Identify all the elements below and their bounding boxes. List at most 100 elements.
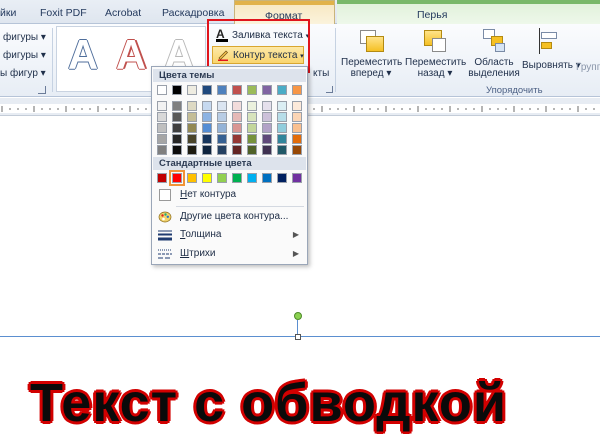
theme-color-swatch[interactable] xyxy=(262,85,272,95)
standard-color-swatch[interactable] xyxy=(187,173,197,183)
resize-handle-top[interactable] xyxy=(295,334,301,340)
theme-shade-swatch[interactable] xyxy=(157,134,167,144)
wordart-style-red-outline[interactable]: A xyxy=(108,30,154,80)
tab-pens[interactable]: Перья xyxy=(417,7,447,23)
theme-shade-swatch[interactable] xyxy=(172,112,182,122)
theme-color-swatch[interactable] xyxy=(172,85,182,95)
theme-shade-swatch[interactable] xyxy=(232,134,242,144)
theme-shade-swatch[interactable] xyxy=(187,101,197,111)
theme-shade-swatch[interactable] xyxy=(172,145,182,155)
more-colors-label: ругие цвета контура... xyxy=(186,211,289,222)
theme-color-swatch[interactable] xyxy=(157,85,167,95)
more-outline-colors-item[interactable]: Другие цвета контура... xyxy=(154,208,305,226)
theme-shade-swatch[interactable] xyxy=(217,134,227,144)
theme-color-swatch[interactable] xyxy=(217,85,227,95)
text-effects-button-tail[interactable]: кты xyxy=(313,68,329,79)
theme-shade-swatch[interactable] xyxy=(292,145,302,155)
theme-color-swatch[interactable] xyxy=(202,85,212,95)
theme-shade-swatch[interactable] xyxy=(202,101,212,111)
theme-shade-swatch[interactable] xyxy=(217,145,227,155)
group-button-cut[interactable]: Групп xyxy=(576,62,600,73)
theme-shade-swatch[interactable] xyxy=(262,101,272,111)
theme-shade-swatch[interactable] xyxy=(232,101,242,111)
standard-color-swatch[interactable] xyxy=(217,173,227,183)
theme-shade-swatch[interactable] xyxy=(262,112,272,122)
standard-color-swatch[interactable] xyxy=(247,173,257,183)
align-button[interactable]: Выровнять ▾ xyxy=(522,28,581,71)
theme-shade-swatch[interactable] xyxy=(172,134,182,144)
standard-color-swatch[interactable] xyxy=(277,173,287,183)
bring-forward-button[interactable]: Переместить вперед ▾ xyxy=(341,28,402,79)
rotation-handle[interactable] xyxy=(294,312,302,320)
align-icon xyxy=(535,28,561,54)
theme-shade-swatch[interactable] xyxy=(277,145,287,155)
group-launcher-icon[interactable] xyxy=(326,86,333,93)
tab-cut-left[interactable]: йки xyxy=(0,3,16,24)
standard-color-swatch[interactable] xyxy=(202,173,212,183)
standard-color-swatch[interactable] xyxy=(232,173,242,183)
theme-shade-swatch[interactable] xyxy=(202,145,212,155)
theme-shade-swatch[interactable] xyxy=(187,145,197,155)
theme-shade-swatch[interactable] xyxy=(232,123,242,133)
theme-shade-swatch[interactable] xyxy=(217,112,227,122)
tab-pens-context[interactable]: Перья xyxy=(337,0,600,24)
theme-shade-swatch[interactable] xyxy=(277,112,287,122)
theme-shade-swatch[interactable] xyxy=(202,123,212,133)
theme-color-swatch[interactable] xyxy=(277,85,287,95)
theme-shade-swatch[interactable] xyxy=(262,134,272,144)
selection-pane-button[interactable]: Область выделения xyxy=(468,28,520,79)
standard-color-swatch[interactable] xyxy=(262,173,272,183)
theme-shade-swatch[interactable] xyxy=(157,112,167,122)
theme-shade-swatch[interactable] xyxy=(202,134,212,144)
send-backward-icon xyxy=(422,28,448,54)
shape-fill-button[interactable]: фигуры ▾ xyxy=(3,32,46,43)
theme-shade-swatch[interactable] xyxy=(292,101,302,111)
theme-shade-swatch[interactable] xyxy=(247,145,257,155)
theme-color-swatch[interactable] xyxy=(292,85,302,95)
theme-shade-swatch[interactable] xyxy=(217,123,227,133)
theme-shade-swatch[interactable] xyxy=(277,101,287,111)
theme-shade-swatch[interactable] xyxy=(247,112,257,122)
theme-shade-swatch[interactable] xyxy=(262,145,272,155)
standard-color-swatch[interactable] xyxy=(292,173,302,183)
theme-shade-swatch[interactable] xyxy=(157,101,167,111)
theme-shade-swatch[interactable] xyxy=(232,112,242,122)
theme-shade-swatch[interactable] xyxy=(157,145,167,155)
no-outline-icon xyxy=(159,189,171,201)
separator xyxy=(335,28,336,92)
theme-shade-swatch[interactable] xyxy=(292,123,302,133)
theme-shade-swatch[interactable] xyxy=(172,123,182,133)
theme-color-swatch[interactable] xyxy=(247,85,257,95)
send-backward-button[interactable]: Переместить назад ▾ xyxy=(405,28,466,79)
no-outline-item[interactable]: Нет контура xyxy=(154,186,305,204)
shape-outline-button[interactable]: фигуры ▾ xyxy=(3,50,46,61)
theme-shade-swatch[interactable] xyxy=(247,134,257,144)
theme-color-swatch[interactable] xyxy=(187,85,197,95)
theme-color-swatch[interactable] xyxy=(232,85,242,95)
theme-shade-swatch[interactable] xyxy=(217,101,227,111)
theme-shade-swatch[interactable] xyxy=(187,112,197,122)
theme-shade-swatch[interactable] xyxy=(232,145,242,155)
tab-acrobat[interactable]: Acrobat xyxy=(105,3,141,24)
theme-shade-swatch[interactable] xyxy=(247,101,257,111)
group-launcher-icon[interactable] xyxy=(38,86,46,94)
theme-shade-swatch[interactable] xyxy=(187,123,197,133)
theme-shade-swatch[interactable] xyxy=(187,134,197,144)
wordart-text[interactable]: Текст с обводкой xyxy=(30,372,600,434)
dashes-item[interactable]: Штрихи ▶ xyxy=(154,245,305,263)
wordart-style-blue-outline[interactable]: A xyxy=(60,30,106,80)
standard-color-swatch[interactable] xyxy=(157,173,167,183)
tab-foxit-pdf[interactable]: Foxit PDF xyxy=(40,3,87,24)
theme-shade-swatch[interactable] xyxy=(172,101,182,111)
theme-shade-swatch[interactable] xyxy=(292,112,302,122)
theme-shade-swatch[interactable] xyxy=(292,134,302,144)
shape-effects-button[interactable]: ы фигур ▾ xyxy=(0,68,46,79)
theme-shade-swatch[interactable] xyxy=(277,134,287,144)
theme-shade-swatch[interactable] xyxy=(277,123,287,133)
theme-shade-swatch[interactable] xyxy=(247,123,257,133)
theme-shade-swatch[interactable] xyxy=(157,123,167,133)
theme-shade-swatch[interactable] xyxy=(202,112,212,122)
standard-color-swatch[interactable] xyxy=(169,170,185,186)
theme-shade-swatch[interactable] xyxy=(262,123,272,133)
weight-item[interactable]: Толщина ▶ xyxy=(154,226,305,244)
